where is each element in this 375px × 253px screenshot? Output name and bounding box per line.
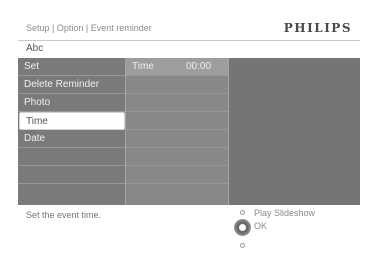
time-label: Time (132, 61, 154, 72)
subheader: Abc (18, 41, 360, 58)
breadcrumb: Setup | Option | Event reminder (26, 23, 152, 33)
nav-up-icon[interactable] (240, 210, 245, 215)
list-item (126, 112, 228, 130)
navigation-pad[interactable] (231, 207, 253, 253)
menu-item-empty (18, 148, 125, 166)
list-item (126, 94, 228, 112)
list-item (126, 184, 228, 202)
header-bar: Setup | Option | Event reminder PHILIPS (18, 20, 360, 41)
list-item (126, 130, 228, 148)
footer: Set the event time. Play Slideshow OK (18, 205, 360, 253)
list-item (126, 148, 228, 166)
nav-down-icon[interactable] (240, 243, 245, 248)
menu-item-label: Date (24, 133, 46, 144)
menu-item-delete-reminder[interactable]: Delete Reminder (18, 76, 125, 94)
menu-list: Set Delete Reminder Photo Time Date (18, 58, 125, 205)
empty-panel (229, 58, 360, 205)
time-setting-row[interactable]: Time 00:00 (126, 58, 228, 76)
menu-item-label: Time (26, 116, 48, 127)
event-name-text: Abc (26, 43, 44, 54)
play-slideshow-label: Play Slideshow (254, 208, 316, 218)
list-item (126, 166, 228, 184)
brand-logo: PHILIPS (283, 21, 352, 35)
menu-item-empty (18, 184, 125, 202)
menu-item-label: Photo (24, 97, 51, 108)
menu-item-time[interactable]: Time (19, 112, 125, 130)
menu-item-photo[interactable]: Photo (18, 94, 125, 112)
time-value[interactable]: 00:00 (186, 61, 211, 72)
menu-item-label: Delete Reminder (24, 79, 100, 90)
menu-item-set[interactable]: Set (18, 58, 125, 76)
help-text: Set the event time. (26, 210, 102, 220)
menu-item-empty (18, 166, 125, 184)
menu-panel: Set Delete Reminder Photo Time Date Time… (18, 58, 360, 205)
list-item (126, 76, 228, 94)
menu-item-date[interactable]: Date (18, 130, 125, 148)
photo-frame-screen: Setup | Option | Event reminder PHILIPS … (18, 20, 360, 253)
time-setting-column: Time 00:00 (125, 58, 229, 205)
ok-label: OK (254, 221, 268, 231)
ok-button-icon[interactable] (234, 219, 251, 236)
menu-item-label: Set (24, 61, 40, 72)
